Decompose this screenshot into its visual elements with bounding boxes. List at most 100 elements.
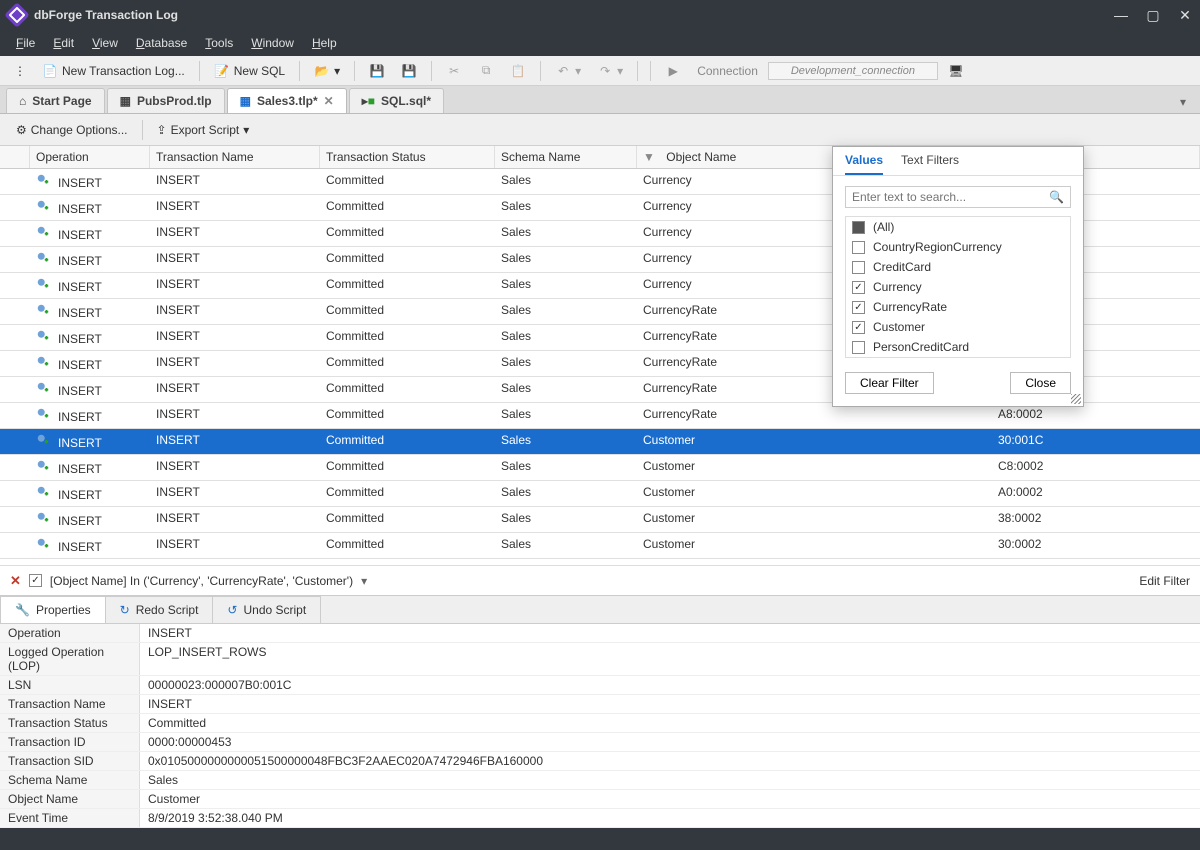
tab-close-icon[interactable]: ✕ — [324, 94, 334, 108]
wrench-icon: 🔧 — [15, 603, 30, 617]
tabs-overflow[interactable]: ▾ — [1172, 91, 1194, 113]
filter-summary-text: [Object Name] In ('Currency', 'CurrencyR… — [50, 574, 353, 588]
col-object-name[interactable]: ▼ Object Name — [637, 146, 842, 168]
cell-transaction-name: INSERT — [150, 273, 320, 298]
filter-item[interactable]: PersonCreditCard — [846, 337, 1070, 357]
col-operation[interactable]: Operation — [30, 146, 150, 168]
filter-tab-text[interactable]: Text Filters — [901, 153, 959, 175]
connection-manager-icon[interactable]: 🖥 — [942, 60, 970, 82]
cell-operation: INSERT — [58, 462, 102, 476]
filter-tab-values[interactable]: Values — [845, 153, 883, 175]
redo-button[interactable]: ↷▾ — [591, 60, 629, 82]
insert-icon — [36, 407, 54, 421]
cell-transaction-name: INSERT — [150, 429, 320, 454]
table-row[interactable]: INSERTINSERTCommittedSalesCustomerC8:000… — [0, 455, 1200, 481]
bottom-tabs: 🔧 Properties ↻ Redo Script ↺ Undo Script — [0, 595, 1200, 623]
menu-help[interactable]: Help — [304, 32, 345, 54]
menu-edit[interactable]: Edit — [45, 32, 82, 54]
cell-object-name: Currency — [637, 273, 842, 298]
cell-operation: INSERT — [58, 514, 102, 528]
cell-event-time — [842, 455, 992, 480]
property-row: Event Time8/9/2019 3:52:38.040 PM — [0, 809, 1200, 828]
cell-event-time — [842, 507, 992, 532]
property-label: Object Name — [0, 790, 140, 808]
table-row[interactable]: INSERTINSERTCommittedSalesCustomerA0:000… — [0, 481, 1200, 507]
checkbox-icon[interactable] — [852, 321, 865, 334]
export-script-button[interactable]: ⇪ Export Script ▾ — [149, 119, 258, 141]
clear-filter-x[interactable]: ✕ — [10, 573, 21, 589]
cell-object-name: Customer — [637, 507, 842, 532]
cell-event-time — [842, 533, 992, 558]
save-all-button[interactable]: 💾 — [395, 60, 423, 82]
filter-item[interactable]: CurrencyRate — [846, 297, 1070, 317]
redo-small-icon: ↻ — [120, 603, 130, 617]
connection-dropdown[interactable]: Development_connection — [768, 62, 938, 80]
tab-pubsprod-tlp[interactable]: ▦PubsProd.tlp — [107, 88, 225, 113]
undo-button[interactable]: ↶▾ — [549, 60, 587, 82]
filter-dropdown-icon[interactable]: ▾ — [361, 574, 367, 588]
table-row[interactable]: ▸INSERTINSERTCommittedSalesCustomer30:00… — [0, 429, 1200, 455]
tab-properties[interactable]: 🔧 Properties — [0, 596, 106, 623]
maximize-button[interactable]: ▢ — [1146, 8, 1160, 22]
open-folder-icon: 📂 — [314, 63, 330, 79]
tab-undo-script[interactable]: ↺ Undo Script — [212, 596, 321, 623]
filter-item-label: CurrencyRate — [873, 300, 947, 314]
property-row: Object NameCustomer — [0, 790, 1200, 809]
minimize-button[interactable]: ― — [1114, 8, 1128, 22]
open-button[interactable]: 📂▾ — [308, 60, 346, 82]
checkbox-icon[interactable] — [852, 261, 865, 274]
filter-item[interactable]: CreditCard — [846, 257, 1070, 277]
table-row[interactable]: INSERTINSERTCommittedSalesCustomer38:000… — [0, 507, 1200, 533]
checkbox-icon[interactable] — [852, 301, 865, 314]
filter-enabled-checkbox[interactable] — [29, 574, 42, 587]
insert-icon — [36, 251, 54, 265]
cell-transaction-name: INSERT — [150, 247, 320, 272]
cut-button[interactable]: ✂ — [440, 60, 468, 82]
filter-search-input[interactable] — [852, 190, 1049, 204]
close-button[interactable]: ✕ — [1178, 8, 1192, 22]
redo-icon: ↷ — [597, 63, 613, 79]
execute-button[interactable]: ▶ — [659, 60, 687, 82]
checkbox-icon[interactable] — [852, 221, 865, 234]
paste-button[interactable]: 📋 — [504, 60, 532, 82]
checkbox-icon[interactable] — [852, 341, 865, 354]
menu-tools[interactable]: Tools — [197, 32, 241, 54]
new-sql-icon: 📝 — [214, 63, 230, 79]
tab-sales3-tlp-[interactable]: ▦Sales3.tlp*✕ — [227, 88, 347, 113]
menu-file[interactable]: File — [8, 32, 43, 54]
edit-filter-link[interactable]: Edit Filter — [1139, 574, 1190, 588]
toolbar-expand-icon[interactable]: ⋮ — [8, 61, 32, 81]
copy-button[interactable]: ⧉ — [472, 60, 500, 82]
cell-object-name: Currency — [637, 169, 842, 194]
new-sql-button[interactable]: 📝 New SQL — [208, 60, 291, 82]
checkbox-icon[interactable] — [852, 241, 865, 254]
cell-schema-name: Sales — [495, 481, 637, 506]
menu-view[interactable]: View — [84, 32, 126, 54]
resize-grip-icon[interactable] — [1071, 394, 1081, 404]
filter-item[interactable]: (All) — [846, 217, 1070, 237]
close-filter-button[interactable]: Close — [1010, 372, 1071, 394]
tab-redo-script[interactable]: ↻ Redo Script — [105, 596, 214, 623]
cell-transaction-name: INSERT — [150, 299, 320, 324]
cell-transaction-status: Committed — [320, 195, 495, 220]
filter-item[interactable]: CountryRegionCurrency — [846, 237, 1070, 257]
filter-item[interactable]: Currency — [846, 277, 1070, 297]
tab-sql-sql-[interactable]: ▸■SQL.sql* — [349, 88, 444, 113]
filter-icon[interactable]: ▼ — [643, 150, 655, 164]
tab-start-page[interactable]: ⌂Start Page — [6, 88, 105, 113]
clear-filter-button[interactable]: Clear Filter — [845, 372, 934, 394]
filter-search[interactable]: 🔍 — [845, 186, 1071, 208]
filter-item[interactable]: Customer — [846, 317, 1070, 337]
save-button[interactable]: 💾 — [363, 60, 391, 82]
col-transaction-status[interactable]: Transaction Status — [320, 146, 495, 168]
grid: Operation Transaction Name Transaction S… — [0, 146, 1200, 559]
col-transaction-name[interactable]: Transaction Name — [150, 146, 320, 168]
table-row[interactable]: INSERTINSERTCommittedSalesCustomer30:000… — [0, 533, 1200, 559]
menu-database[interactable]: Database — [128, 32, 195, 54]
change-options-button[interactable]: ⚙ Change Options... — [8, 119, 136, 141]
checkbox-icon[interactable] — [852, 281, 865, 294]
cell-operation: INSERT — [58, 384, 102, 398]
menu-window[interactable]: Window — [243, 32, 302, 54]
col-schema-name[interactable]: Schema Name — [495, 146, 637, 168]
new-transaction-log-button[interactable]: 📄 New Transaction Log... — [36, 60, 191, 82]
